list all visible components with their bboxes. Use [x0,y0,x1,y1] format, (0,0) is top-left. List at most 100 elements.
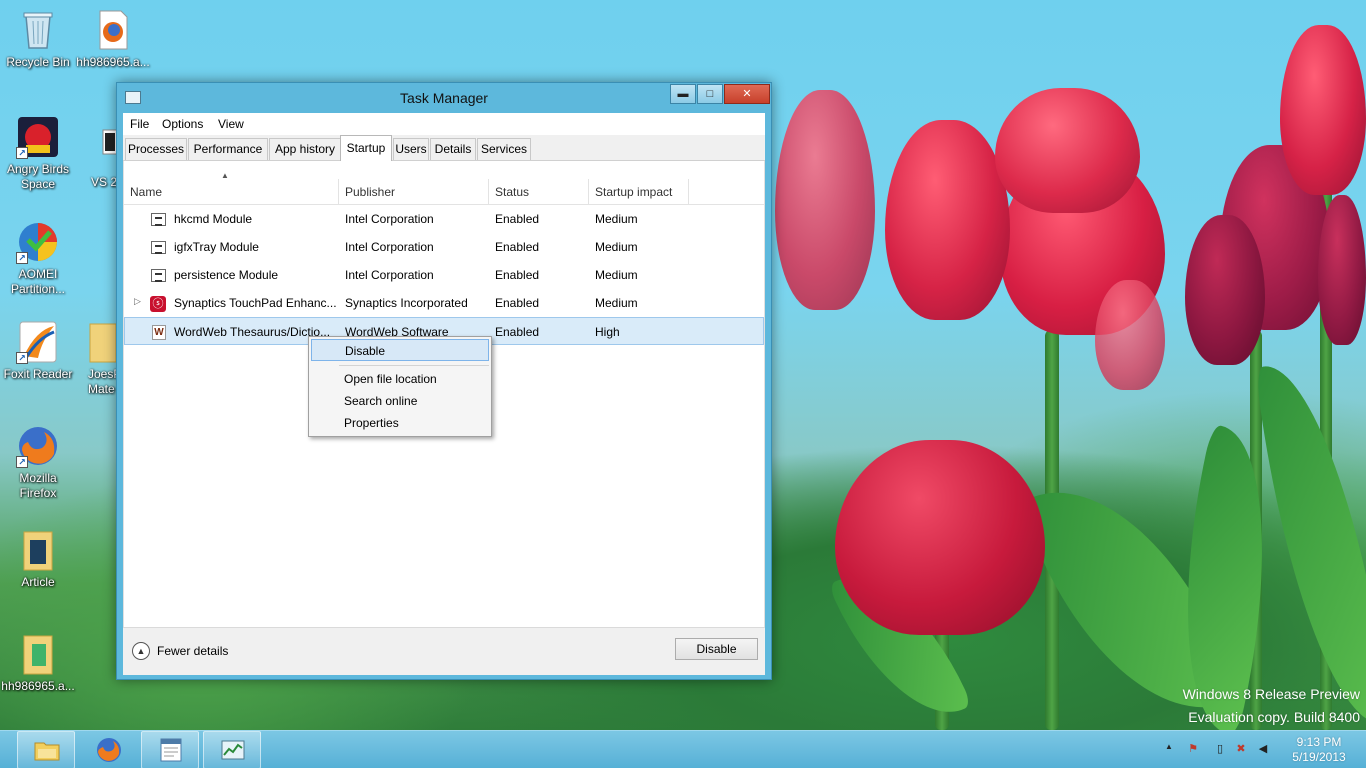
maximize-button[interactable]: □ [697,84,723,104]
shortcut-arrow-icon: ↗ [16,456,28,468]
taskbar-explorer-button[interactable] [17,731,75,768]
network-disconnected-icon[interactable]: ✖ [1234,742,1248,756]
desktop-icon-joesp[interactable]: JoesP Mate [70,320,121,397]
clock[interactable]: 9:13 PM 5/19/2013 [1278,735,1360,765]
menu-view[interactable]: View [218,117,244,131]
desktop-icon-article[interactable]: Article [0,528,76,590]
row-impact: Medium [595,240,638,254]
menu-options[interactable]: Options [162,117,203,131]
desktop-icon-label: AOMEI Partition... [10,267,66,296]
row-impact: Medium [595,296,638,310]
context-menu: Disable Open file location Search online… [308,336,492,437]
module-icon [151,213,166,226]
row-status: Enabled [495,212,540,226]
minimize-button[interactable]: ▬ [670,84,696,104]
desktop-icon-label: Article [21,575,55,589]
desktop-icon-angry-birds[interactable]: ↗ Angry Birds Space [0,115,76,192]
footer: ▲ Fewer details Disable [123,627,765,675]
context-menu-open-file-location[interactable]: Open file location [311,368,489,390]
desktop-icon-firefox[interactable]: ↗ Mozilla Firefox [0,424,76,501]
tab-startup[interactable]: Startup [340,135,392,161]
column-startup-impact[interactable]: Startup impact [595,185,672,199]
close-button[interactable]: ✕ [724,84,770,104]
row-status: Enabled [495,240,540,254]
taskbar: ▲ ⚑ ▯ ✖ ◀ 9:13 PM 5/19/2013 [0,730,1366,768]
desktop-icon-recycle-bin[interactable]: Recycle Bin [0,8,76,70]
desktop-icon-aomei[interactable]: ↗ AOMEI Partition... [0,220,76,297]
tab-users[interactable]: Users [393,138,429,160]
tab-services[interactable]: Services [477,138,531,160]
shortcut-arrow-icon: ↗ [16,352,28,364]
firefox-icon [96,737,122,763]
expand-chevron-icon[interactable]: ▷ [134,296,141,307]
folder-icon [88,320,118,364]
foxit-reader-icon: ↗ [16,320,60,364]
table-row[interactable]: igfxTray Module Intel Corporation Enable… [124,233,764,261]
taskbar-wordpad-button[interactable] [141,731,199,768]
row-status: Enabled [495,296,540,310]
row-impact: Medium [595,268,638,282]
desktop-icon-label: Recycle Bin [6,55,70,69]
context-menu-item-label: Search online [344,394,418,408]
context-menu-item-label: Disable [345,344,386,358]
context-menu-disable[interactable]: Disable [311,339,489,361]
desktop-icon-label: hh986965.a... [76,55,150,69]
row-publisher: Intel Corporation [345,240,434,254]
table-row[interactable]: hkcmd Module Intel Corporation Enabled M… [124,205,764,233]
tab-performance[interactable]: Performance [188,138,268,160]
clock-date: 5/19/2013 [1292,750,1346,764]
taskbar-task-manager-button[interactable] [203,731,261,768]
row-name: WordWeb Thesaurus/Dictio... [174,325,331,339]
task-manager-icon [220,737,246,763]
show-hidden-icons-chevron-icon[interactable]: ▲ [1162,742,1176,756]
folder-icon [16,632,60,676]
windows-watermark-line2: Evaluation copy. Build 8400 [1188,709,1360,725]
menu-bar: File Options View [123,113,765,135]
battery-icon[interactable]: ▯ [1213,742,1227,756]
desktop-icon-hh-folder[interactable]: hh986965.a... [0,632,76,694]
tab-processes[interactable]: Processes [125,138,187,160]
shortcut-arrow-icon: ↗ [16,252,28,264]
synaptics-icon: ⓢ [150,296,166,312]
module-icon [151,269,166,282]
menu-file[interactable]: File [130,117,149,131]
row-impact: Medium [595,212,638,226]
row-impact: High [595,325,620,339]
tab-details[interactable]: Details [430,138,476,160]
angry-birds-icon: ↗ [16,115,60,159]
disable-button[interactable]: Disable [675,638,758,660]
module-icon [151,241,166,254]
recycle-bin-icon [16,8,60,52]
folder-icon [16,528,60,572]
desktop-icon-foxit[interactable]: ↗ Foxit Reader [0,320,76,382]
column-status[interactable]: Status [495,185,529,199]
firefox-document-icon [91,8,135,52]
row-status: Enabled [495,325,540,339]
taskbar-firefox-button[interactable] [79,731,137,768]
volume-icon[interactable]: ◀ [1256,742,1270,756]
wordpad-icon [158,737,184,763]
column-headers: ▲ Name Publisher Status Startup impact [124,161,764,205]
chevron-up-icon[interactable]: ▲ [132,642,150,660]
system-tray: ▲ ⚑ ▯ ✖ ◀ 9:13 PM 5/19/2013 [1160,731,1366,768]
context-menu-search-online[interactable]: Search online [311,390,489,412]
desktop-icon-hh-file[interactable]: hh986965.a... [75,8,151,70]
context-menu-item-label: Open file location [344,372,437,386]
folder-icon [34,737,60,763]
shortcut-arrow-icon: ↗ [16,147,28,159]
fewer-details-link[interactable]: Fewer details [157,644,228,658]
column-name[interactable]: Name [130,185,162,199]
table-row[interactable]: persistence Module Intel Corporation Ena… [124,261,764,289]
desktop-icon-label: Mozilla Firefox [19,471,57,500]
action-center-flag-icon[interactable]: ⚑ [1186,742,1200,756]
desktop-icon-label: Foxit Reader [3,367,73,381]
title-bar[interactable]: Task Manager ▬ □ ✕ [117,83,771,113]
row-status: Enabled [495,268,540,282]
column-publisher[interactable]: Publisher [345,185,395,199]
aomei-partition-icon: ↗ [16,220,60,264]
tab-app-history[interactable]: App history [269,138,341,160]
context-menu-properties[interactable]: Properties [311,412,489,434]
row-name: Synaptics TouchPad Enhanc... [174,296,337,310]
sort-ascending-icon: ▲ [221,171,229,180]
table-row[interactable]: ▷ ⓢ Synaptics TouchPad Enhanc... Synapti… [124,289,764,317]
